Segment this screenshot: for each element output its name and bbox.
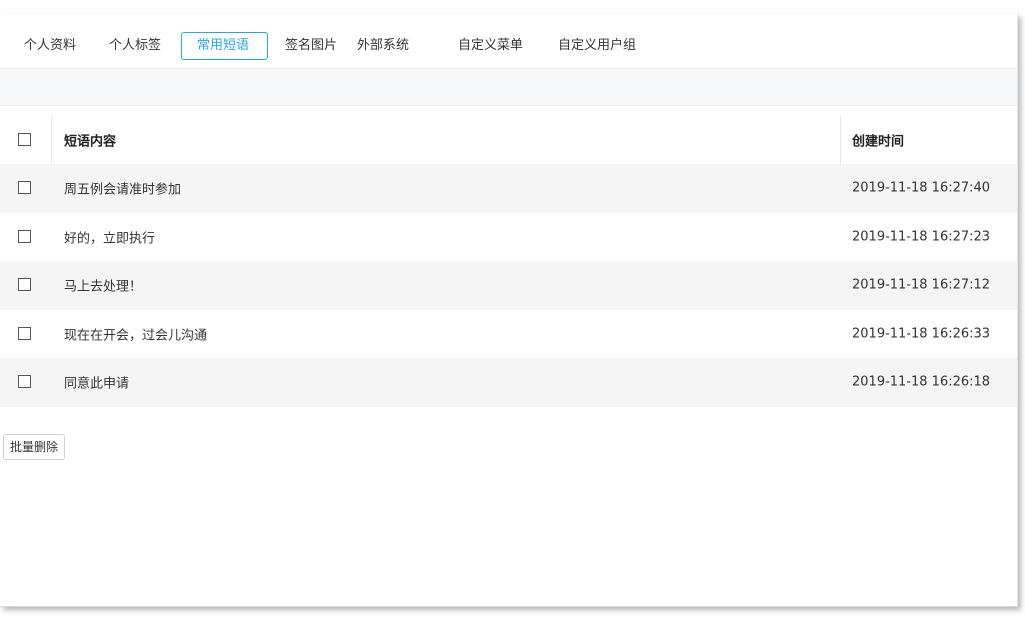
table-row[interactable]: 同意此申请 2019-11-18 16:26:18 [0, 358, 1017, 407]
created-time: 2019-11-18 16:26:18 [852, 374, 991, 390]
table-row[interactable]: 好的，立即执行 2019-11-18 16:27:23 [0, 213, 1017, 262]
tab-external-systems[interactable]: 外部系统 [343, 32, 423, 60]
row-checkbox[interactable] [18, 181, 31, 195]
tab-custom-user-group[interactable]: 自定义用户组 [544, 32, 650, 60]
created-time: 2019-11-18 16:27:40 [852, 180, 991, 196]
row-checkbox[interactable] [18, 375, 31, 389]
phrase-content: 好的，立即执行 [64, 231, 156, 247]
phrases-table: 短语内容 创建时间 周五例会请准时参加 2019-11-18 16:27:40 … [0, 116, 1017, 407]
created-time: 2019-11-18 16:27:12 [852, 277, 991, 293]
tab-profile[interactable]: 个人资料 [10, 32, 90, 60]
created-time: 2019-11-18 16:26:33 [852, 326, 991, 342]
column-divider [840, 116, 841, 164]
row-checkbox[interactable] [18, 278, 31, 292]
select-all-checkbox[interactable] [18, 133, 31, 146]
toolbar-strip [0, 69, 1017, 106]
batch-delete-button[interactable]: 批量删除 [3, 434, 66, 460]
phrase-content: 同意此申请 [64, 376, 130, 392]
created-time: 2019-11-18 16:27:23 [852, 229, 991, 245]
tab-signature-image[interactable]: 签名图片 [271, 32, 351, 60]
table-header: 短语内容 创建时间 [0, 116, 1017, 164]
column-header-created[interactable]: 创建时间 [852, 131, 904, 150]
tab-custom-menu[interactable]: 自定义菜单 [444, 32, 537, 60]
tab-common-phrases[interactable]: 常用短语 [181, 32, 268, 60]
phrase-content: 马上去处理！ [64, 279, 143, 295]
table-row[interactable]: 现在在开会，过会儿沟通 2019-11-18 16:26:33 [0, 310, 1017, 359]
column-divider [51, 116, 52, 164]
tab-personal-tags[interactable]: 个人标签 [95, 32, 175, 60]
table-row[interactable]: 周五例会请准时参加 2019-11-18 16:27:40 [0, 164, 1017, 213]
phrase-content: 周五例会请准时参加 [64, 182, 182, 198]
row-checkbox[interactable] [18, 229, 31, 243]
phrases-panel: 个人资料 个人标签 常用短语 签名图片 外部系统 自定义菜单 自定义用户组 短语… [0, 14, 1018, 607]
tab-bar: 个人资料 个人标签 常用短语 签名图片 外部系统 自定义菜单 自定义用户组 [0, 14, 1017, 69]
table-row[interactable]: 马上去处理！ 2019-11-18 16:27:12 [0, 261, 1017, 310]
column-header-content[interactable]: 短语内容 [64, 131, 116, 150]
phrase-content: 现在在开会，过会儿沟通 [64, 328, 208, 344]
row-checkbox[interactable] [18, 326, 31, 340]
